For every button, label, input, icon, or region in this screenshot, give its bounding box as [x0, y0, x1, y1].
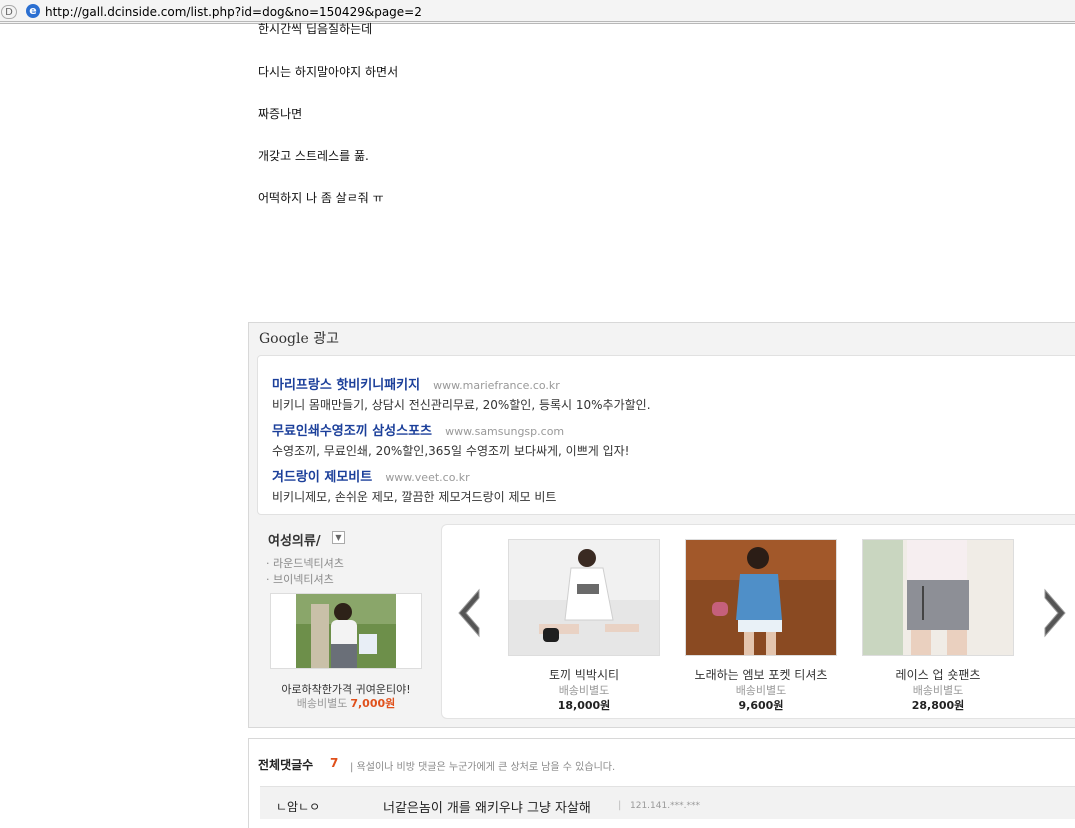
subcategory-link[interactable]: · 브이넥티셔츠 [266, 571, 334, 587]
ad-label: 광고 [313, 331, 339, 347]
comment-count: 7 [330, 756, 339, 770]
ad-title-link[interactable]: 마리프랑스 핫비키니패키지 [272, 378, 420, 393]
google-logo: Google [259, 331, 309, 347]
comment-ip: 121.141.***.*** [630, 801, 700, 811]
product-shipping: 배송비별도 [735, 684, 787, 697]
product-price: 28,800원 [911, 699, 965, 712]
ad-list: 마리프랑스 핫비키니패키지 www.mariefrance.co.kr 비키니 … [257, 355, 1075, 515]
shopping-category-title[interactable]: 여성의류/ [268, 530, 321, 549]
ad-url[interactable]: www.samsungsp.com [445, 425, 564, 438]
ad-item: 마리프랑스 핫비키니패키지 www.mariefrance.co.kr 비키니 … [272, 374, 651, 413]
ad-item: 겨드랑이 제모비트 www.veet.co.kr 비키니제모, 손쉬운 제모, … [272, 466, 556, 505]
product-image[interactable] [685, 539, 837, 656]
ad-header: Google 광고 [259, 330, 339, 348]
featured-product-price-line: 배송비별도 7,000원 [296, 697, 396, 710]
post-line: 어떡하지 나 좀 살ㄹ줘 ㅠ [258, 191, 384, 205]
comment-author[interactable]: ㄴ암ㄴㅇ [276, 798, 320, 815]
ad-title-link[interactable]: 겨드랑이 제모비트 [272, 470, 372, 485]
carousel-prev-arrow-icon[interactable] [455, 588, 481, 638]
product-price: 9,600원 [738, 699, 784, 712]
product-name[interactable]: 레이스 업 숏팬츠 [848, 666, 1028, 683]
ad-url[interactable]: www.mariefrance.co.kr [433, 379, 560, 392]
ad-description: 비키니 몸매만들기, 상담시 전신관리무료, 20%할인, 등록시 10%추가할… [272, 398, 651, 412]
comment-count-label: 전체댓글수 [258, 758, 314, 772]
product-image[interactable] [862, 539, 1014, 656]
featured-product-image[interactable] [270, 593, 422, 669]
ad-description: 수영조끼, 무료인쇄, 20%할인,365일 수영조끼 보다싸게, 이쁘게 입자… [272, 444, 630, 458]
featured-product-price: 7,000원 [350, 697, 396, 710]
comment-separator: | [618, 800, 622, 811]
carousel-next-arrow-icon[interactable] [1043, 588, 1069, 638]
ad-url[interactable]: www.veet.co.kr [385, 471, 469, 484]
post-line: 짜증나면 [258, 107, 303, 121]
post-line: 개갖고 스트레스를 풂. [258, 149, 369, 163]
compatibility-mode-icon[interactable]: D [1, 5, 17, 19]
post-line: 다시는 하지말아야지 하면서 [258, 65, 399, 79]
comment-notice: | 욕설이나 비방 댓글은 누군가에게 큰 상처로 남을 수 있습니다. [350, 762, 616, 773]
ad-description: 비키니제모, 손쉬운 제모, 깔끔한 제모겨드랑이 제모 비트 [272, 490, 557, 504]
ad-item: 무료인쇄수영조끼 삼성스포츠 www.samsungsp.com 수영조끼, 무… [272, 420, 630, 459]
product-price: 18,000원 [557, 699, 611, 712]
product-image[interactable] [508, 539, 660, 656]
comment-text: 너같은놈이 개를 왜키우냐 그냥 자살해 [383, 801, 591, 816]
url-text[interactable]: http://gall.dcinside.com/list.php?id=dog… [45, 4, 422, 20]
address-bar: D e http://gall.dcinside.com/list.php?id… [0, 0, 1075, 24]
product-name[interactable]: 토끼 빅박시티 [494, 666, 674, 683]
product-shipping: 배송비별도 [558, 684, 610, 697]
product-name[interactable]: 노래하는 엠보 포켓 티셔츠 [671, 666, 851, 683]
post-line: 한시간씩 딥음질하는데 [258, 22, 373, 36]
ie-page-icon: e [26, 4, 40, 18]
chevron-down-icon[interactable]: ▼ [332, 531, 345, 544]
ad-title-link[interactable]: 무료인쇄수영조끼 삼성스포츠 [272, 424, 432, 439]
subcategory-link[interactable]: · 라운드넥티셔츠 [266, 555, 344, 571]
product-shipping: 배송비별도 [912, 684, 964, 697]
